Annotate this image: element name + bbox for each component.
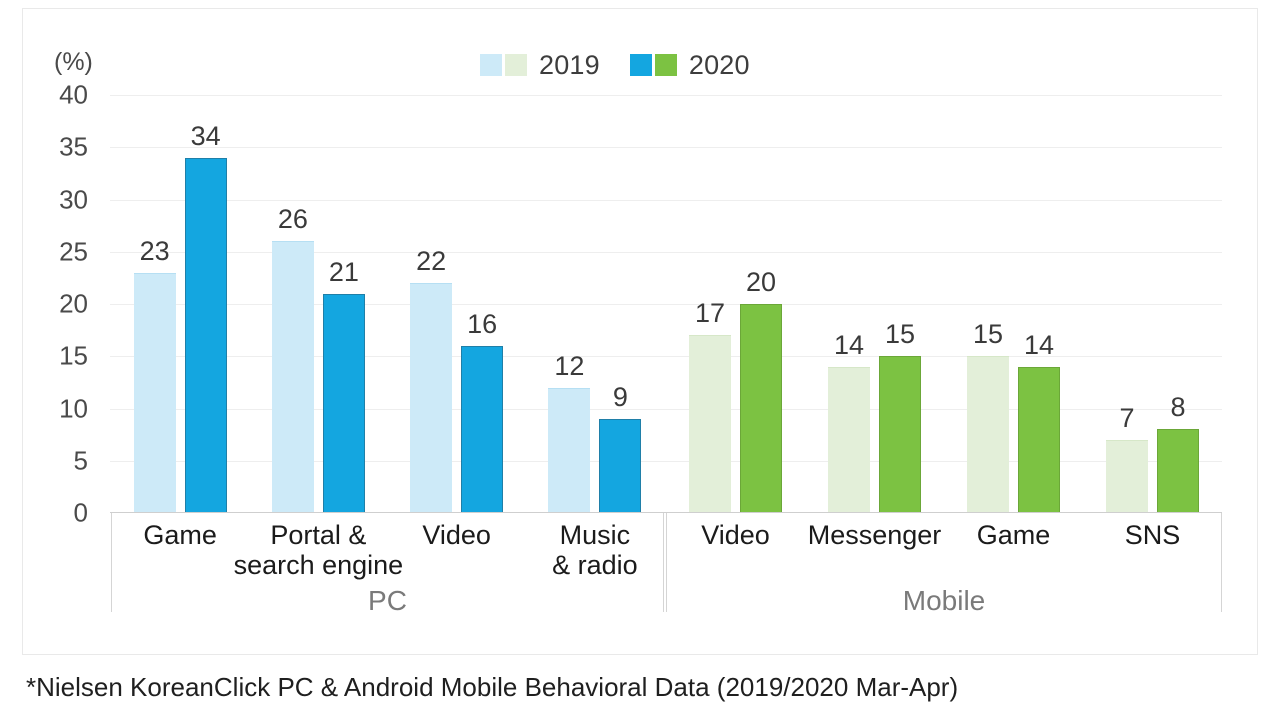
y-axis-tick-label: 25 bbox=[59, 236, 88, 267]
bar-item[interactable]: 7 bbox=[1106, 95, 1148, 513]
bar-2020[interactable] bbox=[599, 418, 642, 513]
bar-2019[interactable] bbox=[1106, 439, 1148, 513]
bar-2020[interactable] bbox=[1018, 366, 1060, 513]
legend-swatch-2020-mobile bbox=[654, 54, 677, 76]
y-axis-tick-label: 30 bbox=[59, 184, 88, 214]
bar-2020[interactable] bbox=[1157, 429, 1199, 513]
bar-value-label: 9 bbox=[612, 381, 628, 412]
bar-group: 78 bbox=[1106, 95, 1200, 513]
bar-2020[interactable] bbox=[184, 157, 227, 513]
bar-group: 26 21 bbox=[271, 95, 365, 513]
bar-item[interactable]: 14 bbox=[828, 95, 870, 513]
bar-item[interactable]: 34 bbox=[184, 95, 227, 513]
legend-swatches-2019 bbox=[480, 54, 527, 76]
legend-swatches-2020 bbox=[629, 54, 677, 76]
bar-value-label: 26 bbox=[277, 204, 308, 235]
group-name-mobile: Mobile bbox=[902, 585, 986, 616]
bar-item[interactable]: 23 bbox=[133, 95, 176, 513]
bar-2019[interactable] bbox=[689, 335, 731, 513]
bar-value-label: 15 bbox=[884, 319, 916, 350]
bar-item[interactable]: 15 bbox=[879, 95, 921, 513]
bar-value-label: 22 bbox=[416, 246, 447, 277]
bar-2020[interactable] bbox=[322, 293, 365, 513]
bar-2020[interactable] bbox=[740, 304, 782, 513]
y-axis-tick-label: 5 bbox=[73, 445, 88, 476]
bar-2020[interactable] bbox=[461, 345, 504, 513]
legend-entry-2020[interactable]: 2020 bbox=[629, 49, 750, 81]
bar-item[interactable]: 9 bbox=[599, 95, 642, 513]
y-axis-tick-label: 20 bbox=[59, 288, 88, 319]
bar-item[interactable]: 14 bbox=[1018, 95, 1060, 513]
bar-2019[interactable] bbox=[410, 283, 453, 513]
legend-label-2020: 2020 bbox=[688, 49, 750, 80]
bar-value-label: 8 bbox=[1170, 392, 1186, 423]
bar-2019[interactable] bbox=[967, 356, 1009, 513]
legend-swatch-2020-pc bbox=[629, 54, 652, 76]
bar-group: 23 34 bbox=[133, 95, 227, 513]
bar-item[interactable]: 15 bbox=[967, 95, 1009, 513]
bar-item[interactable]: 22 bbox=[410, 95, 453, 513]
y-axis-tick-label: 35 bbox=[59, 131, 88, 162]
chart-legend: 2019 2020 bbox=[480, 48, 750, 82]
bar-item[interactable]: 20 bbox=[740, 95, 782, 513]
bar-value-label: 23 bbox=[139, 235, 170, 266]
bar-value-label: 14 bbox=[1023, 329, 1055, 360]
y-axis-unit-label: (%) bbox=[54, 48, 93, 76]
bar-value-label: 20 bbox=[745, 267, 777, 297]
bar-2019[interactable] bbox=[828, 366, 870, 513]
y-axis-tick-label: 10 bbox=[59, 393, 88, 423]
bar-item[interactable]: 21 bbox=[322, 95, 365, 513]
bar-value-label: 17 bbox=[694, 298, 726, 329]
bar-2019[interactable] bbox=[271, 241, 314, 513]
bar-group: 22 16 bbox=[410, 95, 504, 513]
legend-swatch-2019-mobile bbox=[505, 54, 527, 76]
bar-item[interactable]: 12 bbox=[548, 95, 591, 513]
bar-value-label: 15 bbox=[972, 319, 1004, 350]
bar-group: 12 9 bbox=[548, 95, 642, 513]
bar-value-label: 12 bbox=[554, 350, 585, 381]
y-axis-tick-label: 40 bbox=[59, 79, 88, 110]
bar-value-label: 14 bbox=[833, 329, 865, 360]
y-axis-tick-label: 15 bbox=[59, 340, 88, 371]
bar-item[interactable]: 16 bbox=[461, 95, 504, 513]
legend-label-2019: 2019 bbox=[539, 49, 600, 80]
chart-screenshot: 2019 2020 (%) 23 34 26 21 22 16 12 9 17 20 14 15 15 1… bbox=[0, 0, 1280, 720]
legend-swatch-2019-pc bbox=[480, 54, 502, 76]
legend-entry-2019[interactable]: 2019 bbox=[480, 50, 600, 81]
bar-2019[interactable] bbox=[133, 272, 176, 513]
bar-group: 14 15 bbox=[828, 95, 922, 513]
group-name-pc: PC bbox=[368, 585, 407, 616]
bar-2020[interactable] bbox=[879, 356, 921, 513]
bar-value-label: 16 bbox=[467, 308, 498, 339]
bar-item[interactable]: 17 bbox=[689, 95, 731, 513]
source-footnote: *Nielsen KoreanClick PC & Android Mobile… bbox=[26, 672, 959, 702]
bar-item[interactable]: 26 bbox=[271, 95, 314, 513]
plot-area: 23 34 26 21 22 16 12 9 17 20 14 15 15 14 7 8 bbox=[110, 95, 1222, 513]
bar-value-label: 7 bbox=[1119, 402, 1135, 433]
bar-value-label: 34 bbox=[190, 120, 221, 151]
bar-group: 15 14 bbox=[967, 95, 1061, 513]
bar-item[interactable]: 8 bbox=[1157, 95, 1199, 513]
bar-value-label: 21 bbox=[328, 256, 359, 287]
bar-2019[interactable] bbox=[548, 387, 591, 513]
bar-group: 17 20 bbox=[689, 95, 783, 513]
